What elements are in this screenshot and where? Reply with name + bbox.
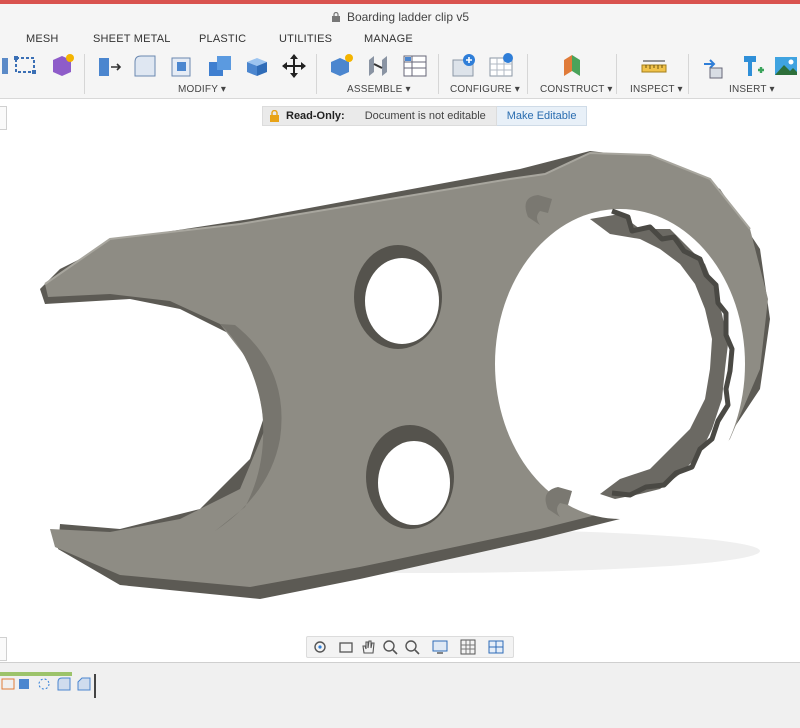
- insert-canvas-icon[interactable]: [772, 52, 800, 80]
- move-arrows-icon[interactable]: [280, 52, 308, 80]
- pattern-feature-icon[interactable]: [36, 676, 52, 692]
- tab-sheet-metal[interactable]: SHEET METAL: [93, 33, 171, 45]
- bill-of-materials-icon[interactable]: [401, 52, 429, 80]
- hand-icon[interactable]: [359, 638, 377, 656]
- zoom-icon[interactable]: [381, 638, 399, 656]
- configure-table-icon[interactable]: [450, 52, 478, 80]
- lock-icon: [270, 110, 279, 122]
- fillet-feature-icon[interactable]: [56, 676, 72, 692]
- tab-mesh[interactable]: MESH: [26, 33, 59, 45]
- design-viewport[interactable]: [0, 99, 800, 662]
- viewports-icon[interactable]: [487, 638, 505, 656]
- read-only-message: Document is not editable: [364, 110, 486, 122]
- joint-icon[interactable]: [364, 52, 392, 80]
- workspace-tabs: MESH SHEET METAL PLASTIC UTILITIES MANAG…: [0, 30, 800, 50]
- configure-grid-icon[interactable]: [487, 52, 515, 80]
- offset-face-icon[interactable]: [243, 52, 271, 80]
- timeline-panel: [0, 662, 800, 728]
- fillet-icon[interactable]: [131, 52, 159, 80]
- navigation-bar: [306, 636, 514, 658]
- insert-menu[interactable]: INSERT ▾: [729, 84, 775, 95]
- display-settings-icon[interactable]: [431, 638, 449, 656]
- construct-plane-icon[interactable]: [558, 52, 586, 80]
- assemble-menu[interactable]: ASSEMBLE ▾: [347, 84, 411, 95]
- grid-icon[interactable]: [459, 638, 477, 656]
- timeline-marker[interactable]: [94, 674, 96, 698]
- insert-derive-icon[interactable]: [700, 52, 728, 80]
- browser-panel-handle[interactable]: [0, 106, 7, 130]
- tab-manage[interactable]: MANAGE: [364, 33, 413, 45]
- press-pull-icon[interactable]: [95, 52, 123, 80]
- tab-plastic[interactable]: PLASTIC: [199, 33, 246, 45]
- insert-mcmaster-icon[interactable]: [738, 52, 766, 80]
- new-component-icon[interactable]: [327, 52, 355, 80]
- construct-menu[interactable]: CONSTRUCT ▾: [540, 84, 613, 95]
- read-only-label: Read-Only:: [286, 110, 345, 122]
- look-at-icon[interactable]: [337, 638, 355, 656]
- extrude-feature-icon[interactable]: [16, 676, 32, 692]
- window-titlebar: Boarding ladder clip v5: [0, 4, 800, 30]
- chamfer-feature-icon[interactable]: [76, 676, 92, 692]
- clip-model[interactable]: [0, 99, 800, 662]
- orbit-icon[interactable]: [311, 638, 329, 656]
- configure-menu[interactable]: CONFIGURE ▾: [450, 84, 520, 95]
- modify-menu[interactable]: MODIFY ▾: [178, 84, 226, 95]
- timeline-features: [0, 672, 100, 700]
- lock-icon: [331, 12, 340, 22]
- combine-icon[interactable]: [206, 52, 234, 80]
- tab-utilities[interactable]: UTILITIES: [279, 33, 332, 45]
- zoom-window-icon[interactable]: [403, 638, 421, 656]
- insert-component-icon[interactable]: [48, 52, 76, 80]
- window-title: Boarding ladder clip v5: [346, 10, 470, 24]
- sketch-rectangle-icon[interactable]: [12, 52, 40, 80]
- inspect-menu[interactable]: INSPECT ▾: [630, 84, 683, 95]
- measure-icon[interactable]: [640, 52, 668, 80]
- read-only-status: Read-Only: Document is not editable: [262, 106, 497, 126]
- make-editable-button[interactable]: Make Editable: [496, 106, 588, 126]
- shell-icon[interactable]: [168, 52, 196, 80]
- ribbon-toolbar: MODIFY ▾ ASSEMBLE ▾ CONFIGURE ▾ CONSTRUC…: [0, 50, 800, 99]
- read-only-banner: Read-Only: Document is not editable Make…: [262, 106, 588, 126]
- sketch-feature-icon[interactable]: [0, 676, 16, 692]
- comments-panel-handle[interactable]: [0, 637, 7, 661]
